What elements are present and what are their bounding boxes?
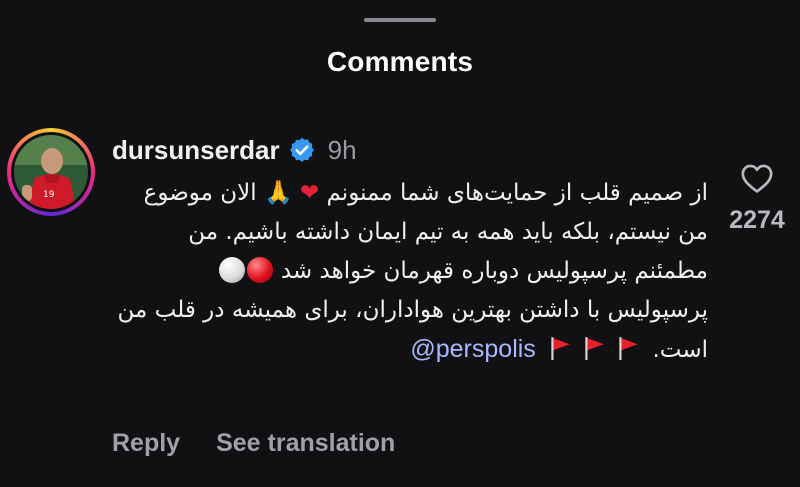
avatar-photo: 19 bbox=[14, 135, 88, 209]
avatar[interactable]: 19 bbox=[7, 128, 95, 216]
heart-outline-icon[interactable] bbox=[740, 162, 774, 194]
flag-icon bbox=[615, 335, 641, 361]
like-count: 2274 bbox=[729, 206, 785, 234]
flag-icon bbox=[547, 335, 573, 361]
flag-icon bbox=[581, 335, 607, 361]
comment-paragraph-2: پرسپولیس با داشتن بهترین هواداران، برای … bbox=[112, 291, 708, 370]
comment-text: از صمیم قلب از حمایت‌های شما ممنونم ❤ 🙏 … bbox=[112, 174, 708, 370]
comment-header: dursunserdar 9h bbox=[112, 133, 357, 167]
like-area: 2274 bbox=[718, 162, 796, 235]
verified-badge-icon bbox=[288, 136, 316, 164]
comment-actions: Reply See translation bbox=[112, 429, 395, 458]
drag-handle[interactable] bbox=[364, 18, 436, 22]
white-ball-icon bbox=[218, 257, 245, 283]
comment-paragraph-1: از صمیم قلب از حمایت‌های شما ممنونم ❤ 🙏 … bbox=[112, 174, 708, 291]
pray-emoji-icon: 🙏 bbox=[263, 180, 293, 206]
comments-sheet: Comments 19 dursunserdar 9h از صمیم قلب … bbox=[0, 0, 800, 487]
heart-emoji-icon: ❤ bbox=[299, 180, 320, 206]
red-ball-icon bbox=[246, 257, 273, 283]
comment-line-1: از صمیم قلب از حمایت‌های شما ممنونم bbox=[326, 180, 709, 206]
comment-time: 9h bbox=[327, 134, 357, 165]
username[interactable]: dursunserdar bbox=[112, 135, 280, 166]
mention-link[interactable]: @perspolis bbox=[410, 335, 535, 363]
svg-text:19: 19 bbox=[43, 190, 55, 200]
sheet-title: Comments bbox=[326, 46, 474, 77]
reply-button[interactable]: Reply bbox=[112, 429, 180, 458]
see-translation-button[interactable]: See translation bbox=[216, 429, 395, 458]
